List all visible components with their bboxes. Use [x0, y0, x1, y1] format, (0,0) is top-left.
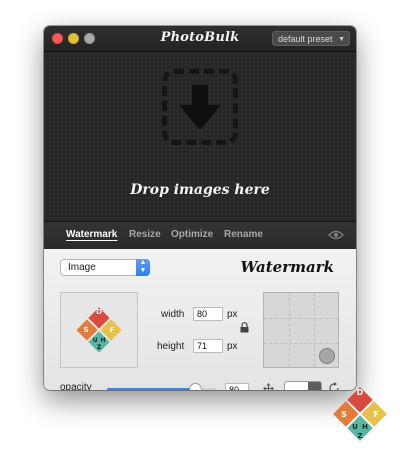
tab-resize[interactable]: Resize [129, 229, 161, 240]
tile-toggle-switch[interactable] [284, 381, 322, 390]
grid-divider [264, 343, 338, 344]
opacity-slider-fill [107, 388, 195, 390]
watermark-image-preview[interactable]: D F S U H Z [60, 292, 138, 368]
opacity-label: opacity [60, 382, 92, 390]
tab-watermark[interactable]: Watermark [66, 229, 117, 240]
download-arrow-icon [179, 85, 221, 130]
width-unit-label: px [227, 309, 238, 320]
logo-letter: F [110, 326, 115, 334]
tab-optimize[interactable]: Optimize [171, 229, 213, 240]
opacity-slider-knob[interactable] [189, 383, 202, 390]
title-bar[interactable]: PhotoBulk default preset ▼ [44, 26, 356, 52]
logo-letter: U [352, 423, 358, 431]
tab-rename[interactable]: Rename [224, 229, 263, 240]
logo-letter: D [96, 308, 102, 316]
height-input[interactable]: 71 [193, 339, 223, 353]
height-unit-label: px [227, 341, 238, 352]
position-marker[interactable] [319, 348, 335, 364]
toggle-knob [308, 382, 321, 390]
chevron-down-icon: ▼ [338, 36, 345, 43]
logo-letter: Z [97, 344, 102, 351]
height-label: height [157, 341, 185, 352]
watermark-panel: Image ▲▼ Watermark D F S U H Z width 80 [44, 249, 356, 390]
width-input[interactable]: 80 [193, 307, 223, 321]
watermark-heading: Watermark [240, 258, 334, 276]
position-grid[interactable] [263, 292, 339, 368]
logo-letter: H [100, 337, 105, 344]
opacity-slider[interactable] [107, 383, 217, 390]
select-stepper-icon: ▲ ▼ [136, 259, 150, 276]
watermark-type-value: Image [68, 262, 96, 273]
grid-divider [289, 293, 290, 367]
drop-images-label: Drop images here [130, 182, 270, 198]
logo-letter: S [83, 326, 88, 334]
tab-bar: Watermark Resize Optimize Rename [44, 221, 356, 250]
move-arrows-icon[interactable] [263, 383, 274, 390]
photobulk-window: PhotoBulk default preset ▼ Drop images h… [44, 26, 356, 390]
grid-divider [264, 318, 338, 319]
drop-zone[interactable]: Drop images here [44, 52, 356, 221]
logo-letter: S [341, 410, 347, 419]
eye-preview-icon[interactable] [328, 230, 344, 240]
logo-letter: F [373, 410, 378, 419]
preset-label: default preset [278, 34, 333, 44]
logo-letter: U [93, 337, 98, 344]
opacity-input[interactable]: 80 [225, 383, 249, 390]
dfshuz-logo-icon: D F S U H Z [76, 307, 122, 353]
logo-letter: Z [357, 432, 362, 440]
logo-letter: D [357, 388, 364, 397]
preset-dropdown[interactable]: default preset ▼ [272, 31, 350, 46]
logo-letter: H [362, 423, 368, 431]
lock-aspect-icon[interactable] [240, 322, 249, 333]
width-label: width [161, 309, 185, 320]
grid-divider [314, 293, 315, 367]
watermark-type-select[interactable]: Image ▲ ▼ [60, 259, 150, 276]
dfshuz-logo-icon: D F S U H Z [333, 387, 387, 441]
